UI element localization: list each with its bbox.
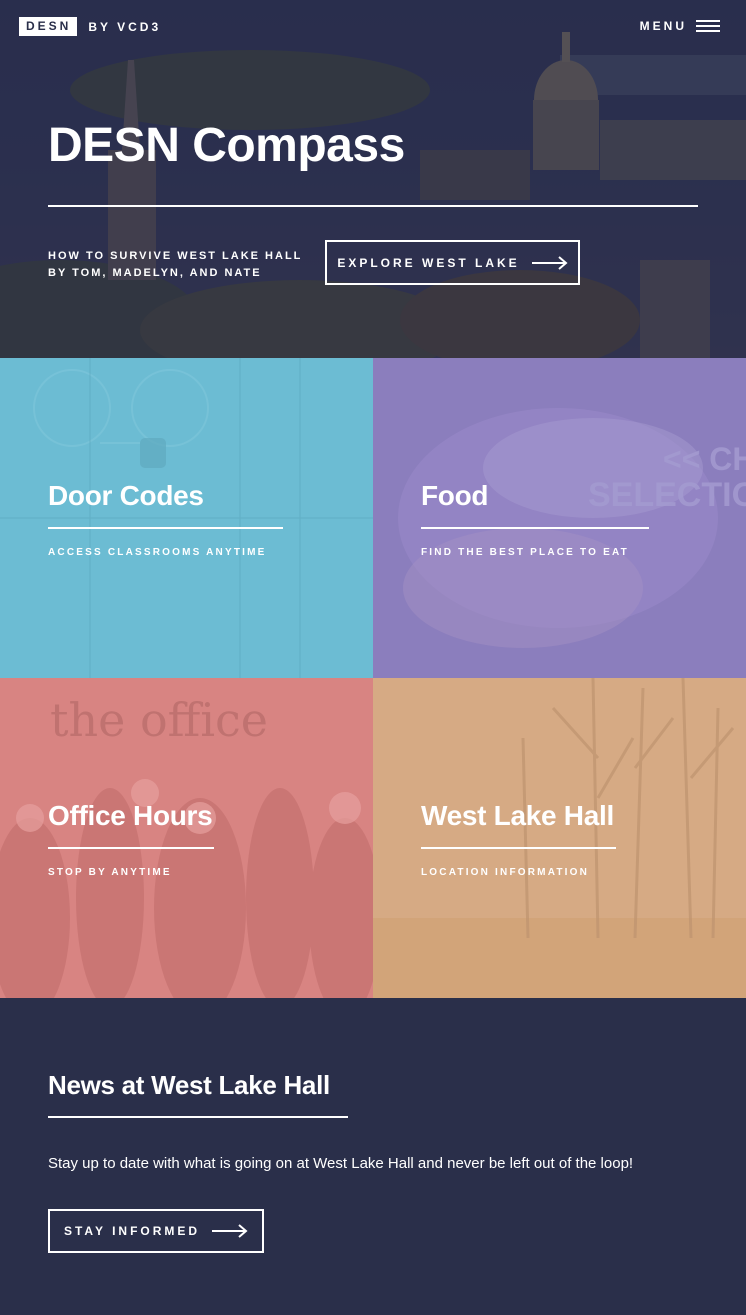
news-description: Stay up to date with what is going on at… (48, 1155, 634, 1172)
trees-background-image (373, 678, 746, 998)
tile-subtitle: ACCESS CLASSROOMS ANYTIME (48, 547, 267, 558)
tile-divider (421, 527, 649, 529)
menu-button[interactable]: MENU (640, 19, 720, 33)
tile-title: Door Codes (48, 480, 204, 511)
hero-subtitle-line1: HOW TO SURVIVE WEST LAKE HALL (48, 250, 303, 262)
hero-overlay (0, 0, 746, 358)
news-title: News at West Lake Hall (48, 1070, 330, 1100)
stay-informed-button[interactable]: STAY INFORMED (48, 1209, 264, 1253)
hamburger-icon (696, 20, 720, 32)
tile-west-lake-hall[interactable]: West Lake Hall LOCATION INFORMATION (373, 678, 746, 998)
hero-divider (48, 205, 698, 207)
tile-food[interactable]: << CHE SELECTION Food FIND THE BEST PLAC… (373, 358, 746, 678)
hero-section: DESN BY VCD3 MENU DESN Compass HOW TO SU… (0, 0, 746, 358)
tile-title: Food (421, 480, 489, 511)
tile-subtitle: FIND THE BEST PLACE TO EAT (421, 547, 629, 558)
explore-button-label: EXPLORE WEST LAKE (337, 255, 520, 270)
food-sign-line2: SELECTION (588, 476, 746, 514)
arrow-right-icon (531, 255, 568, 270)
tile-divider (421, 847, 616, 849)
menu-label: MENU (639, 19, 687, 33)
hero-subtitle: HOW TO SURVIVE WEST LAKE HALL BY TOM, MA… (48, 248, 302, 282)
office-background-image: the office (0, 693, 373, 998)
logo-by-text: BY VCD3 (88, 19, 162, 34)
tile-door-codes[interactable]: Door Codes ACCESS CLASSROOMS ANYTIME (0, 358, 373, 678)
tile-divider (48, 527, 283, 529)
food-background-image: << CHE SELECTION (398, 408, 746, 648)
tile-subtitle: LOCATION INFORMATION (421, 867, 590, 878)
stay-informed-label: STAY INFORMED (63, 1224, 201, 1238)
arrow-right-icon (212, 1224, 248, 1238)
logo[interactable]: DESN BY VCD3 (19, 17, 161, 36)
tile-divider (48, 847, 214, 849)
tile-subtitle: STOP BY ANYTIME (48, 867, 172, 878)
logo-box: DESN (19, 17, 78, 36)
tile-title: Office Hours (48, 800, 213, 831)
news-section: News at West Lake Hall Stay up to date w… (0, 998, 746, 1315)
news-divider (48, 1116, 348, 1118)
office-sign-text: the office (50, 693, 268, 747)
tile-title: West Lake Hall (421, 800, 614, 831)
door-background-image (0, 358, 373, 678)
food-sign-line1: << CHE (663, 441, 746, 477)
page-title: DESN Compass (48, 119, 405, 172)
hero-subtitle-line2: BY TOM, MADELYN, AND NATE (48, 267, 262, 279)
tile-office-hours[interactable]: the office Office Hours STOP BY ANYTIME (0, 678, 373, 998)
explore-west-lake-button[interactable]: EXPLORE WEST LAKE (325, 240, 580, 285)
